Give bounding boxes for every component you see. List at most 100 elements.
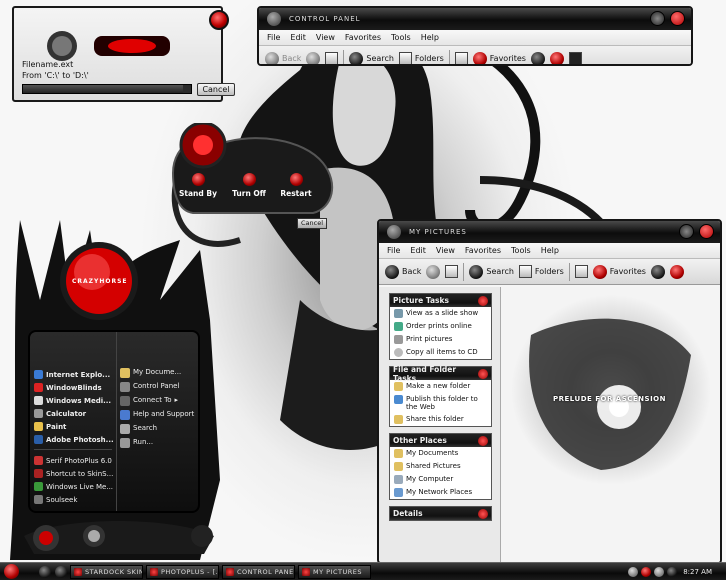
logo-text: CRAZYHORSE: [72, 278, 128, 285]
control-panel-titlebar[interactable]: CONTROL PANEL: [259, 8, 691, 30]
taskbar-task-stardock[interactable]: STARDOCK SKIN...: [70, 564, 143, 579]
volume-icon[interactable]: [667, 566, 678, 577]
collapse-chevron-icon[interactable]: [478, 295, 488, 306]
start-item-windowblinds[interactable]: WindowBlinds: [30, 381, 116, 394]
start-connect-to[interactable]: Connect To ▸: [117, 396, 202, 406]
tray-icon[interactable]: [654, 566, 665, 577]
history-icon[interactable]: [669, 264, 684, 279]
start-item-live-messenger[interactable]: Windows Live Me...: [30, 480, 116, 493]
start-menu-footer-ornament: [24, 521, 214, 554]
menu-tools[interactable]: Tools: [511, 246, 531, 255]
close-button[interactable]: [699, 224, 714, 239]
task-label: View as a slide show: [406, 309, 479, 317]
favorites-button[interactable]: Favorites: [472, 51, 526, 64]
start-item-windows-media[interactable]: Windows Medi...: [30, 394, 116, 407]
views-button[interactable]: [454, 52, 468, 64]
start-item-photoshop[interactable]: Adobe Photosh...: [30, 433, 116, 446]
other-places-pane: Other Places My Documents Shared Picture…: [389, 433, 492, 500]
forward-button[interactable]: [306, 51, 321, 64]
tray-icon[interactable]: [628, 566, 639, 577]
menu-favorites[interactable]: Favorites: [345, 33, 381, 42]
start-item-photoplus[interactable]: Serif PhotoPlus 6.0: [30, 454, 116, 467]
folders-button[interactable]: Folders: [518, 265, 564, 278]
taskbar-task-control-panel[interactable]: CONTROL PANEL: [222, 564, 295, 579]
collapse-chevron-icon[interactable]: [478, 435, 488, 446]
taskbar-task-my-pictures[interactable]: MY PICTURES: [298, 564, 371, 579]
history-icon[interactable]: [549, 51, 564, 64]
shutdown-cancel-button[interactable]: Cancel: [297, 218, 327, 229]
menu-help[interactable]: Help: [541, 246, 559, 255]
start-help-support[interactable]: Help and Support: [117, 410, 202, 420]
other-places-header[interactable]: Other Places: [390, 434, 491, 447]
quick-launch-icon[interactable]: [55, 565, 67, 578]
start-item-calculator[interactable]: Calculator: [30, 407, 116, 420]
tray-icon[interactable]: [641, 566, 652, 577]
task-order-prints[interactable]: Order prints online: [390, 320, 491, 333]
close-orb-icon[interactable]: [209, 10, 229, 30]
views-button[interactable]: [574, 265, 588, 278]
my-pictures-titlebar[interactable]: MY PICTURES: [379, 221, 720, 243]
place-my-documents[interactable]: My Documents: [390, 447, 491, 460]
menu-file[interactable]: File: [387, 246, 400, 255]
file-folder-tasks-pane: File and Folder Tasks Make a new folder …: [389, 365, 492, 427]
forward-button[interactable]: [426, 264, 441, 279]
start-search[interactable]: Search: [117, 424, 202, 434]
phone-icon[interactable]: [568, 52, 582, 64]
menu-tools[interactable]: Tools: [391, 33, 411, 42]
start-button[interactable]: [4, 564, 19, 579]
task-copy-to-cd[interactable]: Copy all items to CD: [390, 346, 491, 359]
connect-to-icon: [120, 396, 130, 406]
menu-view[interactable]: View: [436, 246, 455, 255]
pane-title: Other Places: [393, 436, 447, 445]
start-control-panel[interactable]: Control Panel: [117, 382, 202, 392]
media-icon[interactable]: [650, 264, 665, 279]
menu-favorites[interactable]: Favorites: [465, 246, 501, 255]
collapse-chevron-icon[interactable]: [478, 368, 488, 379]
menu-edit[interactable]: Edit: [410, 246, 426, 255]
preview-image[interactable]: [511, 295, 711, 485]
start-run[interactable]: Run...: [117, 438, 202, 448]
task-print-pictures[interactable]: Print pictures: [390, 333, 491, 346]
quick-launch-icon[interactable]: [39, 565, 51, 578]
start-item-soulseek[interactable]: Soulseek: [30, 493, 116, 506]
place-network[interactable]: My Network Places: [390, 486, 491, 499]
start-item-skinstudio[interactable]: Shortcut to SkinS...: [30, 467, 116, 480]
task-slide-show[interactable]: View as a slide show: [390, 307, 491, 320]
close-button[interactable]: [670, 11, 685, 26]
up-folder-button[interactable]: [325, 52, 339, 64]
start-item-paint[interactable]: Paint: [30, 420, 116, 433]
menu-file[interactable]: File: [267, 33, 280, 42]
taskbar-task-photoplus[interactable]: PHOTOPLUS - [...: [146, 564, 219, 579]
menu-view[interactable]: View: [316, 33, 335, 42]
favorites-button[interactable]: Favorites: [592, 264, 646, 279]
turn-off-button[interactable]: Turn Off: [229, 173, 269, 198]
picture-tasks-header[interactable]: Picture Tasks: [390, 294, 491, 307]
back-button[interactable]: Back: [265, 51, 301, 64]
details-header[interactable]: Details: [390, 507, 491, 520]
place-label: Shared Pictures: [406, 462, 461, 470]
folders-button[interactable]: Folders: [398, 52, 444, 64]
turn-off-label: Turn Off: [232, 189, 266, 198]
up-folder-button[interactable]: [445, 265, 459, 278]
search-button[interactable]: Search: [349, 51, 394, 64]
file-folder-tasks-header[interactable]: File and Folder Tasks: [390, 365, 491, 383]
minimize-button[interactable]: [650, 11, 665, 26]
expand-chevron-icon[interactable]: [478, 508, 488, 519]
task-publish-web[interactable]: Publish this folder to the Web: [390, 393, 491, 413]
back-button[interactable]: Back: [385, 264, 421, 279]
start-my-documents[interactable]: My Docume...: [117, 368, 202, 378]
place-shared-pictures[interactable]: Shared Pictures: [390, 460, 491, 473]
media-icon[interactable]: [530, 51, 545, 64]
stand-by-button[interactable]: Stand By: [178, 173, 218, 198]
search-button[interactable]: Search: [469, 264, 514, 279]
copy-filename: Filename.ext: [22, 60, 74, 69]
start-item-internet-explorer[interactable]: Internet Explo...: [30, 368, 116, 381]
place-my-computer[interactable]: My Computer: [390, 473, 491, 486]
restart-button[interactable]: Restart: [276, 173, 316, 198]
minimize-button[interactable]: [679, 224, 694, 239]
clock[interactable]: 8:27 AM: [683, 568, 712, 576]
menu-edit[interactable]: Edit: [290, 33, 306, 42]
menu-help[interactable]: Help: [421, 33, 439, 42]
copy-cancel-button[interactable]: Cancel: [197, 83, 235, 96]
task-share-folder[interactable]: Share this folder: [390, 413, 491, 426]
